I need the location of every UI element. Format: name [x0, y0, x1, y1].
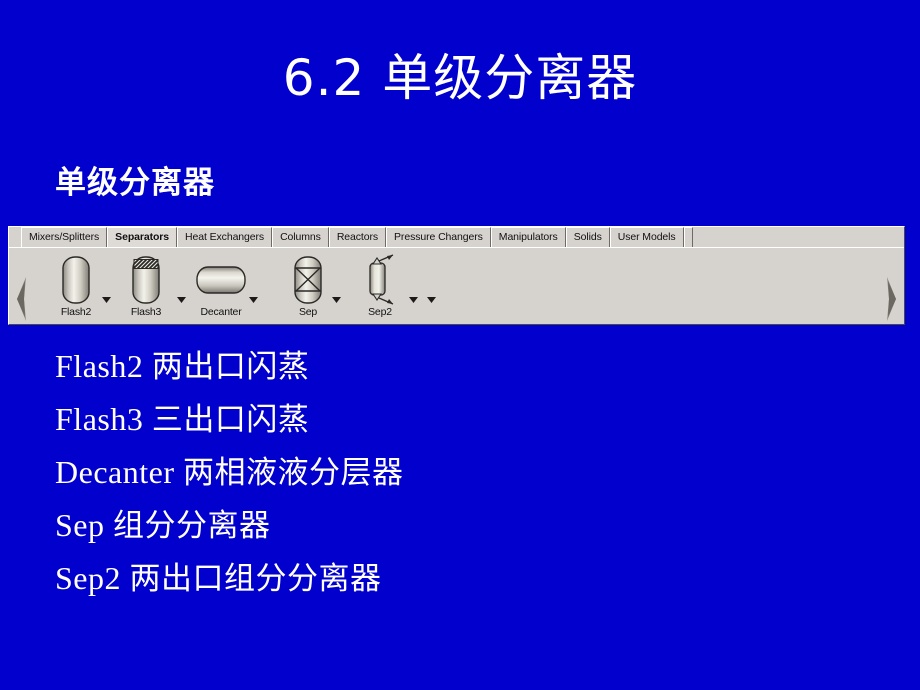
chevron-down-icon-sep[interactable] — [332, 290, 341, 303]
tab-columns[interactable]: Columns — [272, 227, 329, 247]
palette-item-flash3[interactable]: Flash3 — [115, 254, 177, 324]
bullet-description: 两相液液分层器 — [182, 455, 404, 491]
tab-label: Manipulators — [498, 231, 558, 244]
tab-separators[interactable]: Separators — [107, 227, 178, 247]
chevron-down-icon-sep2[interactable] — [409, 290, 418, 303]
tab-label: Separators — [115, 231, 170, 244]
slide-subtitle: 单级分离器 — [55, 165, 215, 201]
horizontal-vessel-icon — [190, 254, 252, 306]
chevron-down-icon-decanter[interactable] — [249, 290, 258, 303]
palette-item-label: Decanter — [200, 306, 242, 318]
tab-user-models[interactable]: User Models — [609, 227, 684, 247]
tab-solids[interactable]: Solids — [565, 227, 610, 247]
tab-label: Solids — [573, 231, 602, 244]
vertical-vessel-cross-icon — [277, 254, 339, 306]
bullet-description: 组分分离器 — [113, 508, 271, 544]
palette-item-decanter[interactable]: Decanter — [190, 254, 252, 324]
tab-label: Reactors — [336, 231, 379, 244]
bullet-item: Flash2 两出口闪蒸 — [55, 340, 875, 393]
chevron-down-icon-flash2[interactable] — [102, 290, 111, 303]
bullet-term: Sep2 — [55, 560, 121, 596]
bullet-item: Flash3 三出口闪蒸 — [55, 393, 875, 446]
bullet-description: 两出口组分分离器 — [129, 561, 382, 597]
tab-label: Columns — [280, 231, 321, 244]
palette-item-sep[interactable]: Sep — [277, 254, 339, 324]
bullet-term: Sep — [55, 507, 105, 543]
palette-item-label: Flash3 — [130, 306, 162, 318]
vertical-vessel-icon — [45, 254, 107, 306]
palette-item-label: Sep — [298, 306, 318, 318]
tab-label: User Models — [617, 231, 676, 244]
bullet-item: Sep 组分分离器 — [55, 499, 875, 552]
bullet-description: 两出口闪蒸 — [151, 349, 310, 385]
bullet-description: 三出口闪蒸 — [151, 402, 310, 438]
scroll-right-arrow[interactable] — [884, 276, 898, 322]
bullet-term: Flash2 — [55, 348, 144, 384]
model-library-palette: Mixers/Splitters Separators Heat Exchanger… — [8, 226, 905, 325]
slide: 6.2 单级分离器 单级分离器 Mixers/Splitters Separato… — [0, 0, 920, 690]
tabstrip-endcap — [683, 227, 693, 247]
narrow-vessel-arrows-icon — [349, 254, 411, 306]
chevron-down-icon-extra[interactable] — [427, 290, 436, 303]
tab-manipulators[interactable]: Manipulators — [490, 227, 566, 247]
scroll-left-arrow[interactable] — [15, 276, 29, 322]
tab-reactors[interactable]: Reactors — [328, 227, 387, 247]
vertical-vessel-hatched-top-icon — [115, 254, 177, 306]
tab-heat-exchangers[interactable]: Heat Exchangers — [177, 227, 273, 247]
tab-label: Mixers/Splitters — [29, 231, 100, 244]
palette-tabstrip: Mixers/Splitters Separators Heat Exchanger… — [9, 227, 904, 248]
bullet-term: Flash3 — [55, 401, 144, 437]
tab-label: Heat Exchangers — [185, 231, 265, 244]
bullet-item: Decanter 两相液液分层器 — [55, 446, 875, 499]
bullet-item: Sep2 两出口组分分离器 — [55, 552, 875, 605]
tab-pressure-changers[interactable]: Pressure Changers — [386, 227, 491, 247]
palette-item-flash2[interactable]: Flash2 — [45, 254, 107, 324]
chevron-down-icon-flash3[interactable] — [177, 290, 186, 303]
tab-label: Pressure Changers — [394, 231, 483, 244]
tab-mixers-splitters[interactable]: Mixers/Splitters — [21, 227, 108, 247]
bullet-term: Decanter — [55, 454, 175, 490]
palette-item-label: Flash2 — [60, 306, 92, 318]
palette-item-sep2[interactable]: Sep2 — [349, 254, 411, 324]
palette-icon-row: Flash2 Flash3 Decanter Sep Sep2 — [9, 248, 904, 324]
page-title: 6.2 单级分离器 — [282, 49, 638, 107]
bullet-list: Flash2 两出口闪蒸 Flash3 三出口闪蒸 Decanter 两相液液分层器… — [55, 340, 875, 605]
palette-item-label: Sep2 — [368, 306, 392, 318]
